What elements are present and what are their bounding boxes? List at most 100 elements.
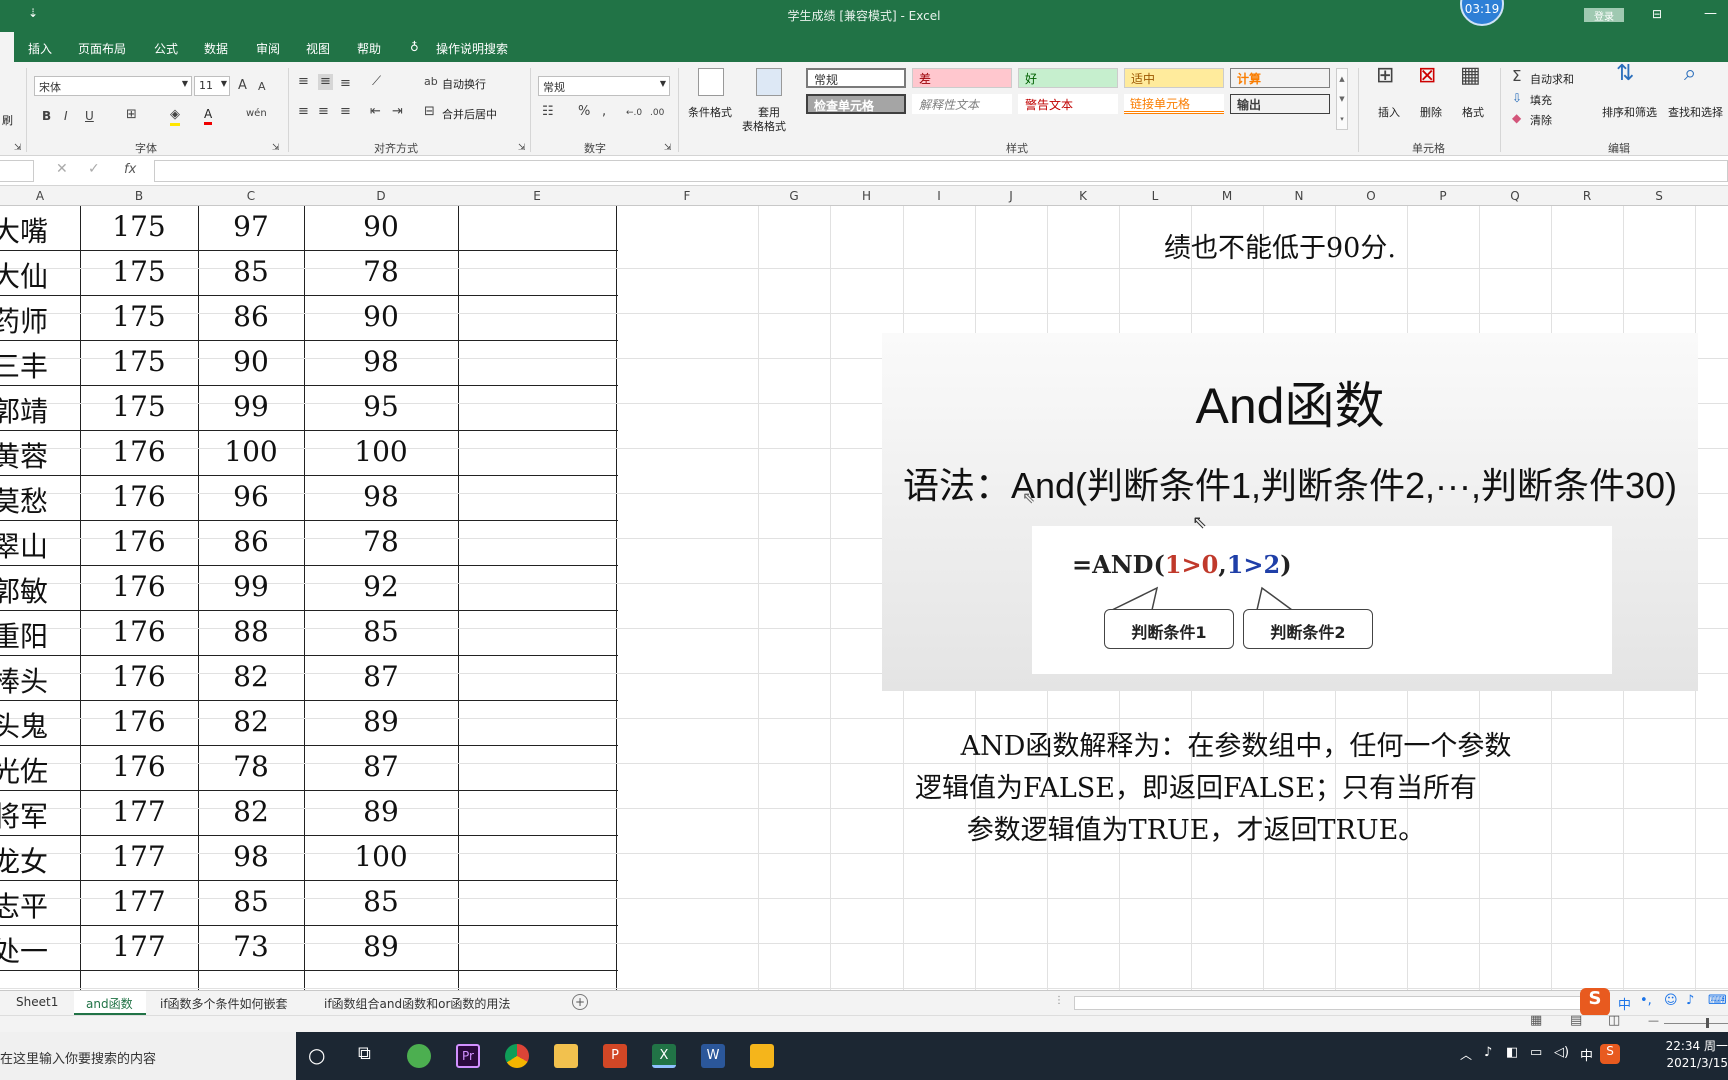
cell-name[interactable]: 三丰 [0,345,80,385]
style-bad[interactable]: 差 [912,68,1012,88]
align-center-icon[interactable]: ≡ [318,104,329,120]
column-header[interactable]: J [975,189,1047,203]
percent-icon[interactable]: % [578,104,590,120]
column-header[interactable]: D [304,189,458,203]
add-sheet-icon[interactable]: + [572,994,588,1010]
sort-filter-button[interactable]: 排序和筛选 [1602,104,1657,120]
phonetic-icon[interactable]: wén [246,106,267,122]
merge-center-button[interactable]: 合并后居中 [442,106,497,122]
ime-punct-icon[interactable]: •, [1640,993,1652,1008]
mic-icon[interactable]: ♪ [1484,1045,1492,1060]
cell-value[interactable]: 90 [304,210,458,243]
sheet-tab-if-and-or[interactable]: if函数组合and函数和or函数的用法 [324,995,510,1012]
horizontal-scrollbar[interactable] [1074,996,1584,1010]
zoom-out-icon[interactable]: — [1648,1014,1659,1027]
cell-value[interactable]: 87 [304,660,458,693]
sheet-tab-sheet1[interactable]: Sheet1 [16,995,58,1009]
volume-icon[interactable]: ◁) [1554,1045,1569,1060]
cell-value[interactable]: 85 [198,255,304,288]
column-header[interactable]: O [1335,189,1407,203]
delete-cells-button[interactable]: 删除 [1420,104,1442,120]
chrome-icon[interactable] [505,1044,529,1068]
font-color-icon[interactable]: A [204,106,213,125]
column-header[interactable]: H [830,189,903,203]
cell-value[interactable]: 98 [304,345,458,378]
word-icon[interactable]: W [701,1044,725,1068]
format-painter-label[interactable]: 刷 [2,112,13,128]
dialog-launcher-icon[interactable]: ⇲ [518,140,526,156]
insert-cells-button[interactable]: 插入 [1378,104,1400,120]
cell-value[interactable]: 88 [198,615,304,648]
dialog-launcher-icon[interactable]: ⇲ [664,140,672,156]
tab-data[interactable]: 数据 [204,40,228,57]
align-left-icon[interactable]: ≡ [298,104,309,120]
cell-value[interactable]: 98 [304,480,458,513]
font-name-select[interactable]: 宋体 ▼ [34,76,192,96]
styles-scroll-icon[interactable]: ▲ ▼ ▾ [1336,68,1348,130]
column-header[interactable]: I [903,189,975,203]
cell-name[interactable]: 药师 [0,300,80,340]
cell-value[interactable]: 176 [80,750,198,783]
cell-value[interactable]: 78 [304,525,458,558]
cell-value[interactable]: 85 [304,885,458,918]
cell-value[interactable]: 90 [198,345,304,378]
clear-button[interactable]: 清除 [1530,112,1552,128]
cell-value[interactable]: 78 [198,750,304,783]
column-header[interactable]: A [0,189,80,203]
column-header[interactable]: E [458,189,616,203]
cell-value[interactable]: 176 [80,570,198,603]
cell-value[interactable]: 89 [304,795,458,828]
zoom-slider[interactable] [1664,1023,1728,1024]
cell-value[interactable]: 175 [80,300,198,333]
align-bottom-icon[interactable]: ≡ [340,76,351,92]
column-header[interactable]: N [1263,189,1335,203]
tray-chevron-icon[interactable]: ︿ [1460,1046,1472,1063]
increase-indent-icon[interactable]: ⇥ [392,104,403,120]
autosum-button[interactable]: 自动求和 [1530,71,1574,87]
enter-icon[interactable]: ✓ [88,161,100,177]
split-handle-icon[interactable]: ⋮ [1054,995,1064,1006]
excel-icon[interactable]: X [652,1044,676,1068]
browser-360-icon[interactable] [407,1044,431,1068]
style-neutral[interactable]: 适中 [1124,68,1224,88]
ime-voice-icon[interactable]: ♪ [1686,993,1694,1008]
font-size-select[interactable]: 11 ▼ [194,76,230,96]
cell-value[interactable]: 175 [80,390,198,423]
premiere-icon[interactable]: Pr [456,1044,480,1068]
style-output[interactable]: 输出 [1230,94,1330,114]
style-calculation[interactable]: 计算 [1230,68,1330,88]
task-view-icon[interactable]: ⧉ [358,1043,371,1064]
cell-value[interactable]: 90 [304,300,458,333]
increase-font-icon[interactable]: A [238,78,247,94]
cell-value[interactable]: 73 [198,930,304,963]
column-header[interactable]: S [1623,189,1695,203]
login-button[interactable]: 登录 [1584,8,1624,23]
network-icon[interactable]: ▭ [1530,1045,1542,1060]
media-player-icon[interactable] [750,1044,774,1068]
wrap-text-button[interactable]: 自动换行 [442,76,486,92]
conditional-format-button[interactable]: 条件格式 [688,104,732,120]
column-header[interactable]: Q [1479,189,1551,203]
ime-keyboard-icon[interactable]: ⌨ [1708,993,1727,1008]
column-header[interactable]: M [1191,189,1263,203]
decrease-decimal-icon[interactable]: .00 [650,105,664,121]
ime-emoji-icon[interactable]: ☺ [1664,993,1678,1008]
cell-value[interactable]: 85 [304,615,458,648]
tab-review[interactable]: 审阅 [256,40,280,57]
tab-help[interactable]: 帮助 [357,40,381,57]
cell-name[interactable]: 莫愁 [0,480,80,520]
cell-value[interactable]: 100 [304,840,458,873]
cell-value[interactable]: 175 [80,345,198,378]
tab-formulas[interactable]: 公式 [154,40,178,57]
name-box[interactable] [0,160,34,182]
column-header[interactable]: K [1047,189,1119,203]
column-header[interactable]: P [1407,189,1479,203]
tray-sogou-icon[interactable]: S [1600,1044,1620,1064]
fill-color-icon[interactable]: ◈ [170,107,180,126]
column-header[interactable]: L [1119,189,1191,203]
normal-view-icon[interactable]: ▦ [1530,1013,1542,1028]
ribbon-display-icon[interactable]: ⊟ [1652,7,1662,21]
cell-name[interactable]: 志平 [0,885,80,925]
cell-value[interactable]: 175 [80,255,198,288]
align-middle-icon[interactable]: ≡ [318,74,333,90]
